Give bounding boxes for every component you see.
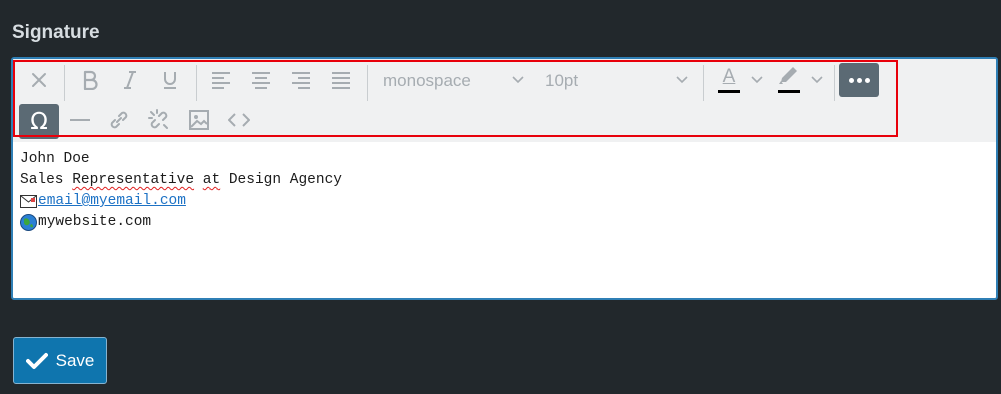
chevron-down-icon[interactable] [810, 73, 824, 87]
dot [864, 77, 870, 83]
more-options-button[interactable] [839, 63, 879, 97]
chevron-down-icon [676, 76, 688, 84]
editor-content[interactable]: John Doe Sales Representative at Design … [20, 149, 990, 233]
toolbar-divider [834, 65, 835, 101]
clear-formatting-icon[interactable] [27, 68, 51, 92]
signature-website: mywebsite.com [38, 214, 152, 230]
link-icon[interactable] [106, 107, 132, 133]
justify-icon[interactable] [329, 68, 353, 92]
image-icon[interactable] [186, 107, 212, 133]
text-color-icon: A [722, 66, 736, 87]
font-family-value: monospace [383, 71, 471, 90]
bold-icon[interactable] [78, 68, 102, 92]
text-color-button[interactable]: A [715, 65, 743, 95]
signature-email-line: email@myemail.com [20, 191, 990, 212]
font-family-select[interactable]: monospace [383, 67, 531, 95]
font-size-select[interactable]: 10pt [545, 67, 697, 95]
highlighter-icon [779, 67, 797, 84]
editor-toolbar: monospace 10pt A Ω [13, 59, 996, 142]
toolbar-divider [367, 65, 368, 101]
toolbar-divider [703, 65, 704, 101]
globe-icon [20, 214, 37, 231]
signature-email-link[interactable]: email@myemail.com [38, 191, 186, 212]
toolbar-divider [64, 65, 65, 101]
signature-editor[interactable]: monospace 10pt A Ω John Doe Sales Repres… [11, 57, 998, 300]
signature-title-word: Representative [72, 172, 195, 188]
text-color-swatch [718, 90, 740, 93]
save-button[interactable]: Save [13, 337, 107, 384]
checkmark-icon [25, 352, 48, 369]
signature-title-prefix: Sales [20, 172, 73, 188]
chevron-down-icon [512, 76, 524, 84]
horizontal-line-icon[interactable] [67, 108, 93, 132]
signature-title-space [194, 170, 203, 191]
signature-name-line: John Doe [20, 149, 990, 170]
toolbar-row-1: monospace 10pt A [13, 59, 996, 101]
chevron-down-icon[interactable] [750, 73, 764, 87]
special-character-button[interactable]: Ω [19, 104, 59, 139]
highlight-color-swatch [778, 90, 800, 93]
signature-name: John Doe [20, 151, 90, 167]
dot [856, 77, 862, 83]
signature-title-line: Sales Representative at Design Agency [20, 170, 990, 191]
signature-website-line: mywebsite.com [20, 212, 990, 233]
email-icon [20, 195, 37, 208]
align-right-icon[interactable] [289, 68, 313, 92]
dot [848, 77, 854, 83]
align-center-icon[interactable] [249, 68, 273, 92]
underline-icon[interactable] [158, 68, 182, 92]
align-left-icon[interactable] [209, 68, 233, 92]
signature-title-suffix: Design Agency [220, 172, 342, 188]
highlight-color-button[interactable] [775, 65, 803, 95]
source-code-icon[interactable] [226, 108, 252, 132]
toolbar-divider [196, 65, 197, 101]
signature-title-at: at [202, 172, 221, 188]
omega-icon: Ω [30, 108, 48, 135]
font-size-value: 10pt [545, 71, 579, 90]
unlink-icon[interactable] [146, 107, 172, 133]
signature-heading: Signature [12, 22, 100, 43]
save-button-label: Save [55, 350, 95, 370]
italic-icon[interactable] [118, 68, 142, 92]
toolbar-row-2: Ω [13, 101, 996, 141]
